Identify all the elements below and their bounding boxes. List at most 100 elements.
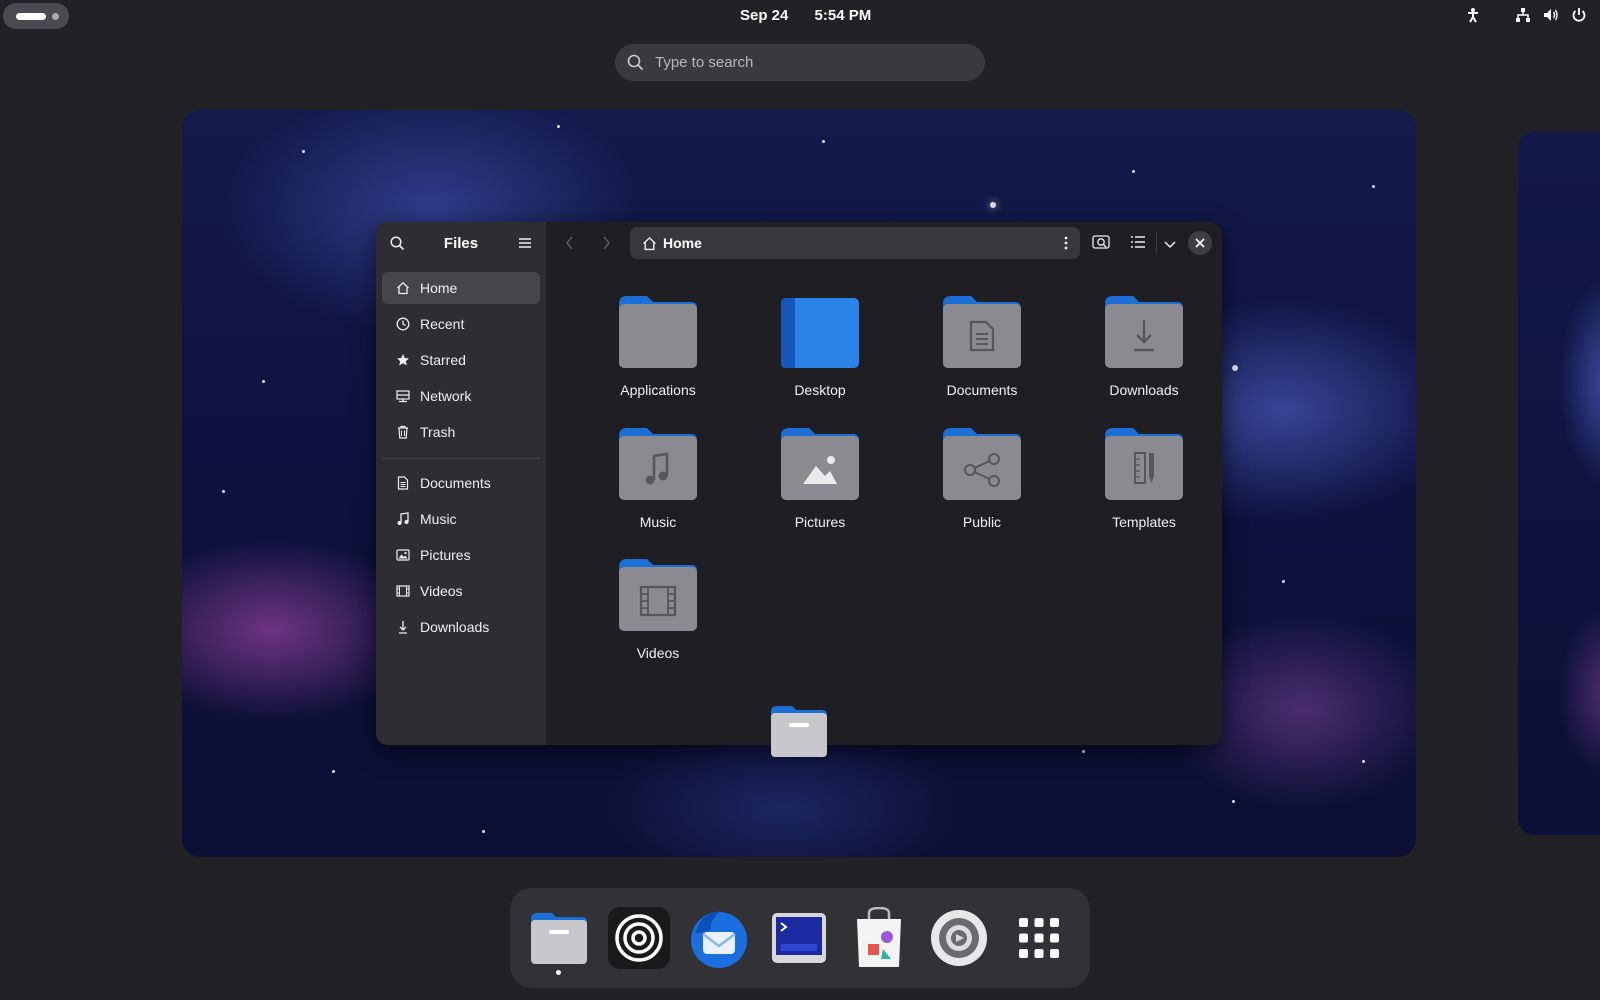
sidebar-item-label: Documents (420, 475, 491, 491)
clock-button[interactable]: Sep 24 5:54 PM (740, 7, 871, 24)
sidebar-item-label: Home (420, 280, 458, 296)
list-view-icon[interactable] (1130, 234, 1146, 255)
sidebar-item-documents[interactable]: Documents (382, 467, 540, 499)
path-label: Home (663, 235, 702, 251)
sidebar-item-label: Starred (420, 352, 466, 368)
dragged-files-app-icon[interactable] (770, 704, 828, 763)
sidebar-item-label: Network (420, 388, 472, 404)
trash-icon (395, 424, 411, 440)
home-icon (395, 280, 411, 296)
picture-icon (395, 547, 411, 563)
podcasts-app-icon[interactable] (607, 906, 671, 970)
home-icon (642, 236, 657, 251)
clock-icon (395, 316, 411, 332)
back-button[interactable] (564, 235, 576, 256)
sidebar-item-label: Recent (420, 316, 465, 332)
network-wired-icon[interactable] (1514, 6, 1532, 24)
search-files-button[interactable] (1092, 234, 1110, 255)
document-icon (395, 475, 411, 491)
files-window[interactable]: Files Home Recent Starred Network Trash (376, 222, 1222, 745)
toolbar-divider (1156, 232, 1157, 254)
sidebar-header: Files (376, 222, 546, 264)
accessibility-icon[interactable] (1464, 6, 1482, 24)
sidebar-item-pictures[interactable]: Pictures (382, 539, 540, 571)
music-folder-icon (619, 428, 697, 500)
sidebar-item-starred[interactable]: Starred (382, 344, 540, 376)
volume-icon[interactable] (1542, 6, 1560, 24)
date-label: Sep 24 (740, 7, 789, 24)
film-icon (395, 583, 411, 599)
desktop-folder-icon (781, 298, 859, 368)
folder-templates[interactable]: Templates (1079, 426, 1209, 546)
activities-button[interactable] (3, 3, 69, 29)
music-icon (395, 511, 411, 527)
folder-label: Documents (946, 382, 1018, 398)
view-options-chevron-down-icon[interactable] (1164, 237, 1176, 255)
downloads-folder-icon (1105, 296, 1183, 368)
folder-pictures[interactable]: Pictures (755, 426, 885, 546)
running-indicator (556, 970, 561, 975)
search-input[interactable] (655, 44, 965, 81)
more-options-icon[interactable] (1064, 236, 1068, 255)
templates-folder-icon (1105, 428, 1183, 500)
menu-icon[interactable] (518, 236, 532, 255)
next-workspace-thumbnail[interactable] (1518, 132, 1600, 835)
workspace-indicator (52, 13, 59, 20)
sidebar-item-recent[interactable]: Recent (382, 308, 540, 340)
folder-icon (619, 296, 697, 368)
sidebar-divider (382, 458, 540, 459)
sidebar-item-label: Videos (420, 583, 463, 599)
pictures-folder-icon (781, 428, 859, 500)
sidebar-item-label: Trash (420, 424, 456, 440)
folder-documents[interactable]: Documents (917, 294, 1047, 414)
workspace-indicator-active (16, 13, 46, 20)
folder-label: Videos (636, 645, 680, 661)
download-icon (395, 619, 411, 635)
terminal-app-icon[interactable] (767, 906, 831, 970)
folder-label: Templates (1112, 514, 1176, 530)
app-grid-icon[interactable] (1007, 906, 1071, 970)
close-button[interactable] (1188, 231, 1212, 255)
star-icon (395, 352, 411, 368)
sidebar: Files Home Recent Starred Network Trash (376, 222, 546, 745)
sidebar-item-label: Pictures (420, 547, 471, 563)
folder-applications[interactable]: Applications (593, 294, 723, 414)
close-icon (1195, 238, 1205, 248)
sidebar-item-downloads[interactable]: Downloads (382, 611, 540, 643)
folder-label: Desktop (794, 382, 846, 398)
folder-label: Downloads (1109, 382, 1179, 398)
folder-label: Applications (620, 382, 696, 398)
thunderbird-app-icon[interactable] (687, 906, 751, 970)
folder-label: Music (639, 514, 677, 530)
sidebar-item-trash[interactable]: Trash (382, 416, 540, 448)
search-icon (627, 54, 644, 76)
content-area: Home Applications Desktop Documents Down… (546, 222, 1222, 745)
settings-app-icon[interactable] (927, 906, 991, 970)
forward-button[interactable] (600, 235, 612, 256)
software-app-icon[interactable] (847, 906, 911, 970)
search-bar[interactable] (615, 44, 985, 81)
folder-public[interactable]: Public (917, 426, 1047, 546)
folder-desktop[interactable]: Desktop (755, 294, 885, 414)
documents-folder-icon (943, 296, 1021, 368)
folder-videos[interactable]: Videos (593, 557, 723, 677)
sidebar-item-videos[interactable]: Videos (382, 575, 540, 607)
folder-music[interactable]: Music (593, 426, 723, 546)
sidebar-item-label: Downloads (420, 619, 490, 635)
sidebar-item-network[interactable]: Network (382, 380, 540, 412)
dock (510, 888, 1090, 988)
system-tray[interactable] (1464, 6, 1588, 24)
public-folder-icon (943, 428, 1021, 500)
time-label: 5:54 PM (814, 7, 872, 24)
network-icon (395, 388, 411, 404)
folder-label: Pictures (794, 514, 846, 530)
top-bar: Sep 24 5:54 PM (0, 0, 1600, 32)
power-icon[interactable] (1570, 6, 1588, 24)
sidebar-item-home[interactable]: Home (382, 272, 540, 304)
folder-label: Public (962, 514, 1002, 530)
location-bar[interactable]: Home (630, 227, 1080, 259)
folder-downloads[interactable]: Downloads (1079, 294, 1209, 414)
sidebar-item-music[interactable]: Music (382, 503, 540, 535)
videos-folder-icon (619, 559, 697, 631)
files-app-icon[interactable] (527, 906, 591, 970)
